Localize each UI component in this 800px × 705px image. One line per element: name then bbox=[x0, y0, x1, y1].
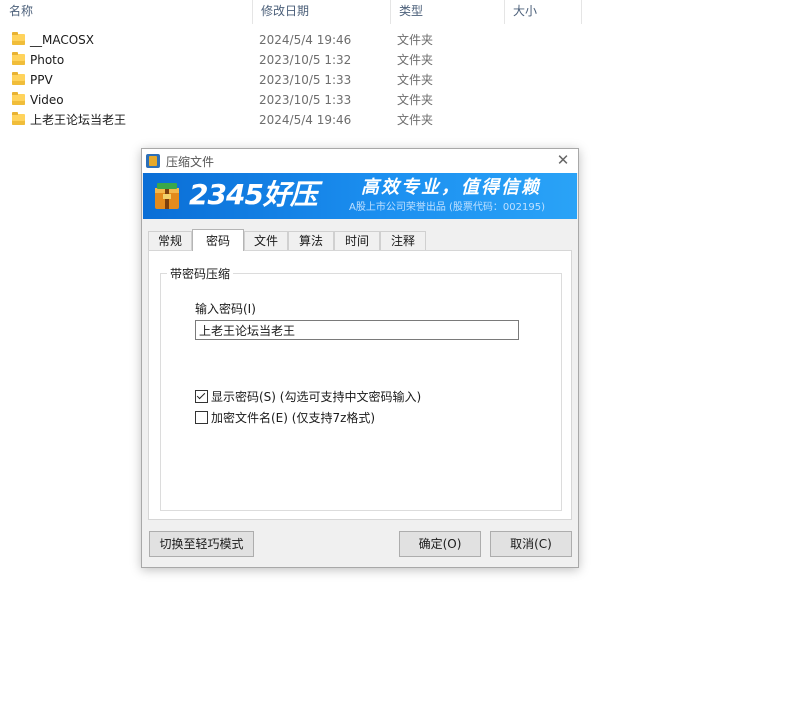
folder-icon bbox=[12, 112, 25, 125]
switch-lite-mode-button[interactable]: 切换至轻巧模式 bbox=[149, 531, 254, 557]
encrypt-filenames-checkbox[interactable] bbox=[195, 411, 208, 424]
file-list-header: ^ 名称 修改日期 类型 大小 bbox=[0, 0, 582, 24]
brand-banner: 2345好压 高效专业，值得信赖 A股上市公司荣誉出品 (股票代码：002195… bbox=[143, 173, 577, 219]
file-modified: 2023/10/5 1:32 bbox=[259, 53, 352, 67]
column-header-type[interactable]: 类型 bbox=[390, 0, 504, 24]
brand-logo-text: 2345好压 bbox=[189, 178, 318, 211]
show-password-option[interactable]: 显示密码(S) (勾选可支持中文密码输入) bbox=[195, 389, 421, 405]
column-header-size[interactable]: 大小 bbox=[504, 0, 581, 24]
column-header-name[interactable]: 名称 bbox=[0, 0, 252, 24]
close-icon[interactable]: ✕ bbox=[556, 153, 570, 168]
encrypt-filenames-option[interactable]: 加密文件名(E) (仅支持7z格式) bbox=[195, 410, 375, 426]
show-password-checkbox[interactable] bbox=[195, 390, 208, 403]
folder-icon bbox=[12, 92, 25, 105]
file-name: __MACOSX bbox=[30, 33, 95, 47]
file-name: PPV bbox=[30, 73, 53, 87]
file-row[interactable]: 上老王论坛当老王 2024/5/4 19:46 文件夹 bbox=[0, 110, 582, 130]
tab-password[interactable]: 密码 bbox=[192, 229, 244, 251]
dialog-title: 压缩文件 bbox=[166, 155, 215, 169]
column-header-modified[interactable]: 修改日期 bbox=[252, 0, 390, 24]
folder-icon bbox=[12, 52, 25, 65]
password-input[interactable] bbox=[195, 320, 519, 340]
brand-slogan: 高效专业，值得信赖 bbox=[361, 177, 541, 198]
tab-time[interactable]: 时间 bbox=[334, 231, 380, 250]
file-row[interactable]: Photo 2023/10/5 1:32 文件夹 bbox=[0, 50, 582, 70]
brand-subtitle: A股上市公司荣誉出品 (股票代码：002195) bbox=[349, 202, 545, 213]
file-row[interactable]: PPV 2023/10/5 1:33 文件夹 bbox=[0, 70, 582, 90]
file-type: 文件夹 bbox=[397, 113, 434, 127]
file-modified: 2024/5/4 19:46 bbox=[259, 33, 352, 47]
file-row[interactable]: __MACOSX 2024/5/4 19:46 文件夹 bbox=[0, 30, 582, 50]
file-modified: 2023/10/5 1:33 bbox=[259, 93, 352, 107]
dialog-titlebar[interactable]: 压缩文件 ✕ bbox=[142, 149, 578, 173]
file-type: 文件夹 bbox=[397, 53, 434, 67]
tab-general[interactable]: 常规 bbox=[148, 231, 192, 250]
file-modified: 2023/10/5 1:33 bbox=[259, 73, 352, 87]
password-label: 输入密码(I) bbox=[195, 302, 256, 316]
show-password-label: 显示密码(S) (勾选可支持中文密码输入) bbox=[211, 390, 422, 404]
column-divider[interactable] bbox=[581, 0, 582, 24]
tab-comment[interactable]: 注释 bbox=[380, 231, 426, 250]
tab-algorithm[interactable]: 算法 bbox=[288, 231, 334, 250]
group-title: 带密码压缩 bbox=[167, 265, 234, 282]
file-row[interactable]: Video 2023/10/5 1:33 文件夹 bbox=[0, 90, 582, 110]
encrypt-filenames-label: 加密文件名(E) (仅支持7z格式) bbox=[211, 411, 376, 425]
file-name: 上老王论坛当老王 bbox=[30, 113, 127, 127]
file-name: Photo bbox=[30, 53, 65, 67]
ok-button[interactable]: 确定(O) bbox=[399, 531, 481, 557]
archive-icon bbox=[155, 183, 179, 209]
file-type: 文件夹 bbox=[397, 33, 434, 47]
password-tab-panel: 带密码压缩 输入密码(I) 显示密码(S) (勾选可支持中文密码输入) 加密文件… bbox=[148, 250, 572, 520]
compress-dialog: 压缩文件 ✕ 2345好压 高效专业，值得信赖 A股上市公司荣誉出品 (股票代码… bbox=[141, 148, 579, 568]
cancel-button[interactable]: 取消(C) bbox=[490, 531, 572, 557]
file-modified: 2024/5/4 19:46 bbox=[259, 113, 352, 127]
dialog-tabs: 常规 密码 文件 算法 时间 注释 bbox=[148, 229, 572, 251]
file-name: Video bbox=[30, 93, 64, 107]
folder-icon bbox=[12, 72, 25, 85]
folder-icon bbox=[12, 32, 25, 45]
file-type: 文件夹 bbox=[397, 93, 434, 107]
tab-files[interactable]: 文件 bbox=[244, 231, 288, 250]
file-type: 文件夹 bbox=[397, 73, 434, 87]
app-icon bbox=[146, 154, 160, 168]
